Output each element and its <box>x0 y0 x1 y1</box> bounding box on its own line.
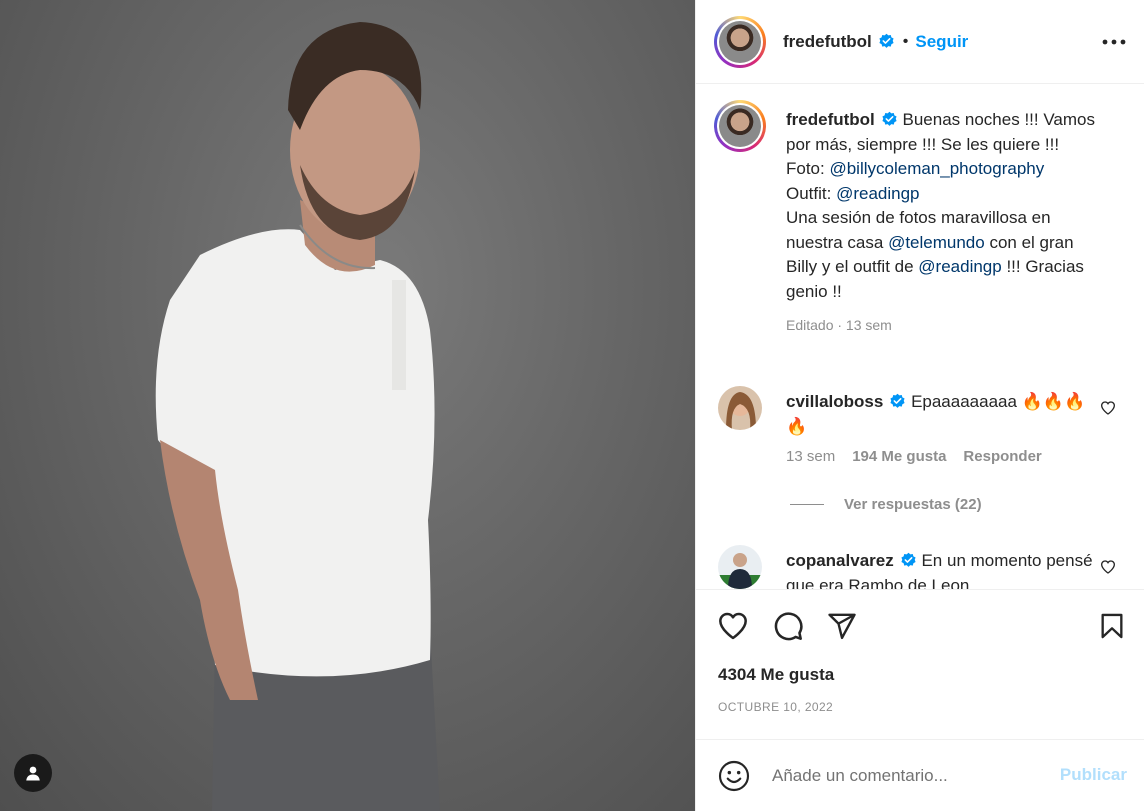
author-username[interactable]: fredefutbol <box>783 32 872 52</box>
user-tag-icon <box>26 766 40 781</box>
share-button[interactable] <box>825 609 859 643</box>
likes-count[interactable]: 4304 Me gusta <box>718 665 834 685</box>
save-button[interactable] <box>1095 609 1129 643</box>
comment-text: cvillaloboss Epaaaaaaaaa 🔥🔥🔥🔥 <box>786 390 1096 439</box>
caption-username[interactable]: fredefutbol <box>786 110 875 129</box>
photo-scene <box>155 22 440 811</box>
commenter-avatar[interactable] <box>718 545 762 589</box>
replies-divider <box>790 504 824 505</box>
post-details-panel: fredefutbol • Seguir fredefutbol Buenas … <box>695 0 1144 811</box>
view-replies-button[interactable]: Ver respuestas (22) <box>790 496 982 513</box>
caption-meta: Editado · 13 sem <box>786 317 892 333</box>
mention-link[interactable]: @readingp <box>918 257 1001 276</box>
user-tag-button[interactable] <box>14 754 52 792</box>
follow-button[interactable]: Seguir <box>915 32 968 52</box>
publish-button[interactable]: Publicar <box>1060 765 1127 785</box>
comment-input[interactable] <box>772 762 1042 790</box>
mention-link[interactable]: @billycoleman_photography <box>829 159 1044 178</box>
verified-badge-icon <box>901 552 916 567</box>
post-photo[interactable] <box>0 0 695 811</box>
commenter-username[interactable]: cvillaloboss <box>786 392 883 411</box>
add-comment-bar: Publicar <box>696 739 1144 811</box>
comments-list[interactable]: fredefutbol Buenas noches !!! Vamos por … <box>696 84 1144 589</box>
verified-badge-icon <box>879 33 894 48</box>
share-icon <box>828 613 856 640</box>
comment-button[interactable] <box>771 609 805 643</box>
comment-icon <box>774 612 803 641</box>
separator-dot: • <box>902 32 909 50</box>
post-header: fredefutbol • Seguir <box>696 0 1144 84</box>
emoji-icon[interactable] <box>718 760 750 792</box>
post-date[interactable]: OCTUBRE 10, 2022 <box>718 700 833 714</box>
caption-foto-label: Foto: <box>786 159 830 178</box>
commenter-avatar[interactable] <box>718 386 762 430</box>
more-options-icon <box>1102 39 1126 45</box>
like-button[interactable] <box>716 609 750 643</box>
more-options-button[interactable] <box>1099 30 1129 54</box>
verified-badge-icon <box>890 393 905 408</box>
caption-outfit-label: Outfit: <box>786 183 837 203</box>
comment-meta: 13 sem 194 Me gusta Responder <box>786 448 1059 465</box>
comment-like-icon[interactable] <box>1100 400 1116 416</box>
caption-avatar[interactable] <box>714 100 766 152</box>
comment-likes[interactable]: 194 Me gusta <box>852 448 946 465</box>
view-replies-label: Ver respuestas (22) <box>844 496 982 513</box>
caption-text: fredefutbol Buenas noches !!! Vamos por … <box>786 108 1106 338</box>
mention-link[interactable]: @telemundo <box>888 233 985 252</box>
author-avatar[interactable] <box>714 15 766 68</box>
comment-time: 13 sem <box>786 448 836 465</box>
verified-badge-icon <box>882 111 897 126</box>
post-actions: 4304 Me gusta OCTUBRE 10, 2022 <box>696 589 1144 739</box>
comment-like-icon[interactable] <box>1100 559 1116 575</box>
comment-text: copanalvarez En un momento pensé que era… <box>786 549 1096 589</box>
heart-icon <box>719 612 747 640</box>
reply-button[interactable]: Responder <box>963 448 1041 465</box>
mention-link[interactable]: @readingp <box>836 184 919 203</box>
commenter-username[interactable]: copanalvarez <box>786 551 894 570</box>
bookmark-icon <box>1101 613 1123 639</box>
